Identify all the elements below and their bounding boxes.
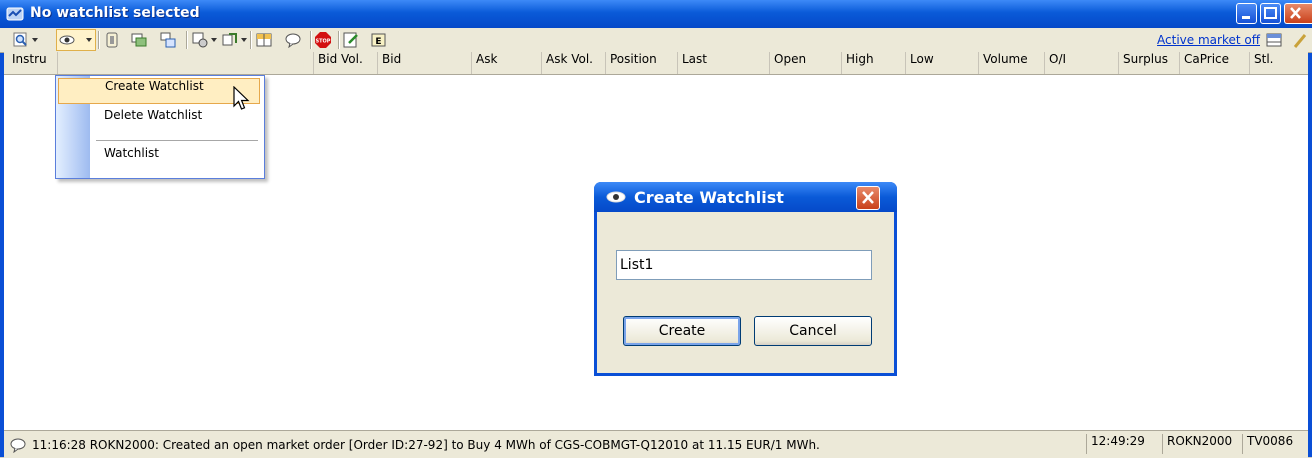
chart-icon[interactable]	[131, 32, 147, 48]
toolbar: STOP E Active market off	[0, 28, 1312, 53]
book-icon[interactable]	[104, 32, 120, 48]
column-header-instrument[interactable]: Instru	[8, 52, 58, 74]
transfer-icon[interactable]	[160, 32, 176, 48]
magnify-dropdown-arrow[interactable]	[32, 38, 38, 42]
column-header-oi[interactable]: O/I	[1045, 52, 1119, 74]
dialog-title-bar[interactable]: Create Watchlist	[594, 182, 897, 212]
status-user: ROKN2000	[1162, 434, 1236, 454]
status-message: 11:16:28 ROKN2000: Created an open marke…	[32, 438, 820, 452]
column-header-position[interactable]: Position	[606, 52, 678, 74]
app-icon	[6, 7, 24, 21]
minimize-button[interactable]	[1236, 3, 1257, 24]
toolbar-separator	[310, 31, 312, 49]
create-button[interactable]: Create	[623, 316, 741, 346]
column-header-volume[interactable]: Volume	[979, 52, 1045, 74]
layout-icon[interactable]	[256, 32, 272, 48]
gear-dropdown-arrow[interactable]	[211, 38, 217, 42]
close-icon	[862, 191, 874, 204]
column-header-low[interactable]: Low	[906, 52, 979, 74]
copy-dropdown-arrow[interactable]	[241, 38, 247, 42]
column-header-high[interactable]: High	[842, 52, 906, 74]
column-header-caprice[interactable]: CaPrice	[1180, 52, 1250, 74]
status-bar: 11:16:28 ROKN2000: Created an open marke…	[4, 430, 1308, 458]
menu-item-delete-watchlist[interactable]: Delete Watchlist	[58, 108, 260, 134]
watchlist-name-input[interactable]: List1	[616, 250, 872, 280]
column-header-last[interactable]: Last	[678, 52, 770, 74]
svg-text:E: E	[375, 37, 381, 47]
close-icon	[1290, 7, 1301, 19]
menu-item-label: Delete Watchlist	[104, 108, 203, 122]
create-watchlist-dialog: Create Watchlist List1 Create Cancel	[594, 182, 897, 376]
dialog-close-button[interactable]	[856, 186, 880, 210]
window-title: No watchlist selected	[30, 5, 200, 21]
eye-dropdown-arrow[interactable]	[86, 38, 92, 42]
stop-icon[interactable]: STOP	[315, 32, 331, 48]
column-header-bid-vol[interactable]: Bid Vol.	[314, 52, 378, 74]
maximize-button[interactable]	[1260, 3, 1281, 24]
menu-item-label: Create Watchlist	[105, 79, 204, 93]
status-terminal: TV0086	[1242, 434, 1297, 454]
column-header-ask-vol[interactable]: Ask Vol.	[542, 52, 606, 74]
toolbar-separator	[186, 31, 188, 49]
menu-separator	[96, 140, 258, 141]
dialog-body: List1 Create Cancel	[597, 212, 894, 373]
title-bar[interactable]: No watchlist selected	[0, 0, 1312, 28]
eye-icon[interactable]	[59, 32, 75, 48]
close-button[interactable]	[1284, 3, 1312, 24]
notes-icon[interactable]	[343, 32, 359, 48]
toolbar-separator	[338, 31, 340, 49]
copy-icon[interactable]	[222, 32, 238, 48]
menu-item-watchlist[interactable]: Watchlist	[58, 146, 260, 172]
menu-item-label: Watchlist	[104, 146, 159, 160]
magnify-icon[interactable]	[13, 32, 29, 48]
column-header-ask[interactable]: Ask	[472, 52, 542, 74]
minimize-icon	[1242, 16, 1250, 19]
column-header-open[interactable]: Open	[770, 52, 842, 74]
status-time: 12:49:29	[1086, 434, 1149, 454]
column-header-blank[interactable]	[58, 52, 314, 74]
menu-item-create-watchlist[interactable]: Create Watchlist	[58, 78, 260, 104]
chat-icon[interactable]	[285, 32, 301, 48]
chat-icon	[10, 438, 26, 453]
cancel-button[interactable]: Cancel	[754, 316, 872, 346]
maximize-icon	[1264, 7, 1277, 19]
column-header-surplus[interactable]: Surplus	[1119, 52, 1180, 74]
column-header-bid[interactable]: Bid	[378, 52, 472, 74]
dialog-title: Create Watchlist	[634, 188, 784, 207]
column-header-row: Instru Bid Vol. Bid Ask Ask Vol. Positio…	[4, 52, 1308, 75]
pin-icon[interactable]	[1292, 32, 1308, 48]
mouse-cursor-icon	[233, 86, 250, 110]
e-icon[interactable]: E	[371, 32, 387, 48]
svg-text:STOP: STOP	[316, 39, 331, 45]
column-header-stl[interactable]: Stl.	[1250, 52, 1308, 74]
toolbar-separator	[98, 31, 100, 49]
gear-icon[interactable]	[192, 32, 208, 48]
eye-icon	[606, 191, 626, 203]
grid-icon[interactable]	[1266, 32, 1282, 48]
active-market-link[interactable]: Active market off	[1157, 33, 1260, 47]
toolbar-separator	[250, 31, 252, 49]
